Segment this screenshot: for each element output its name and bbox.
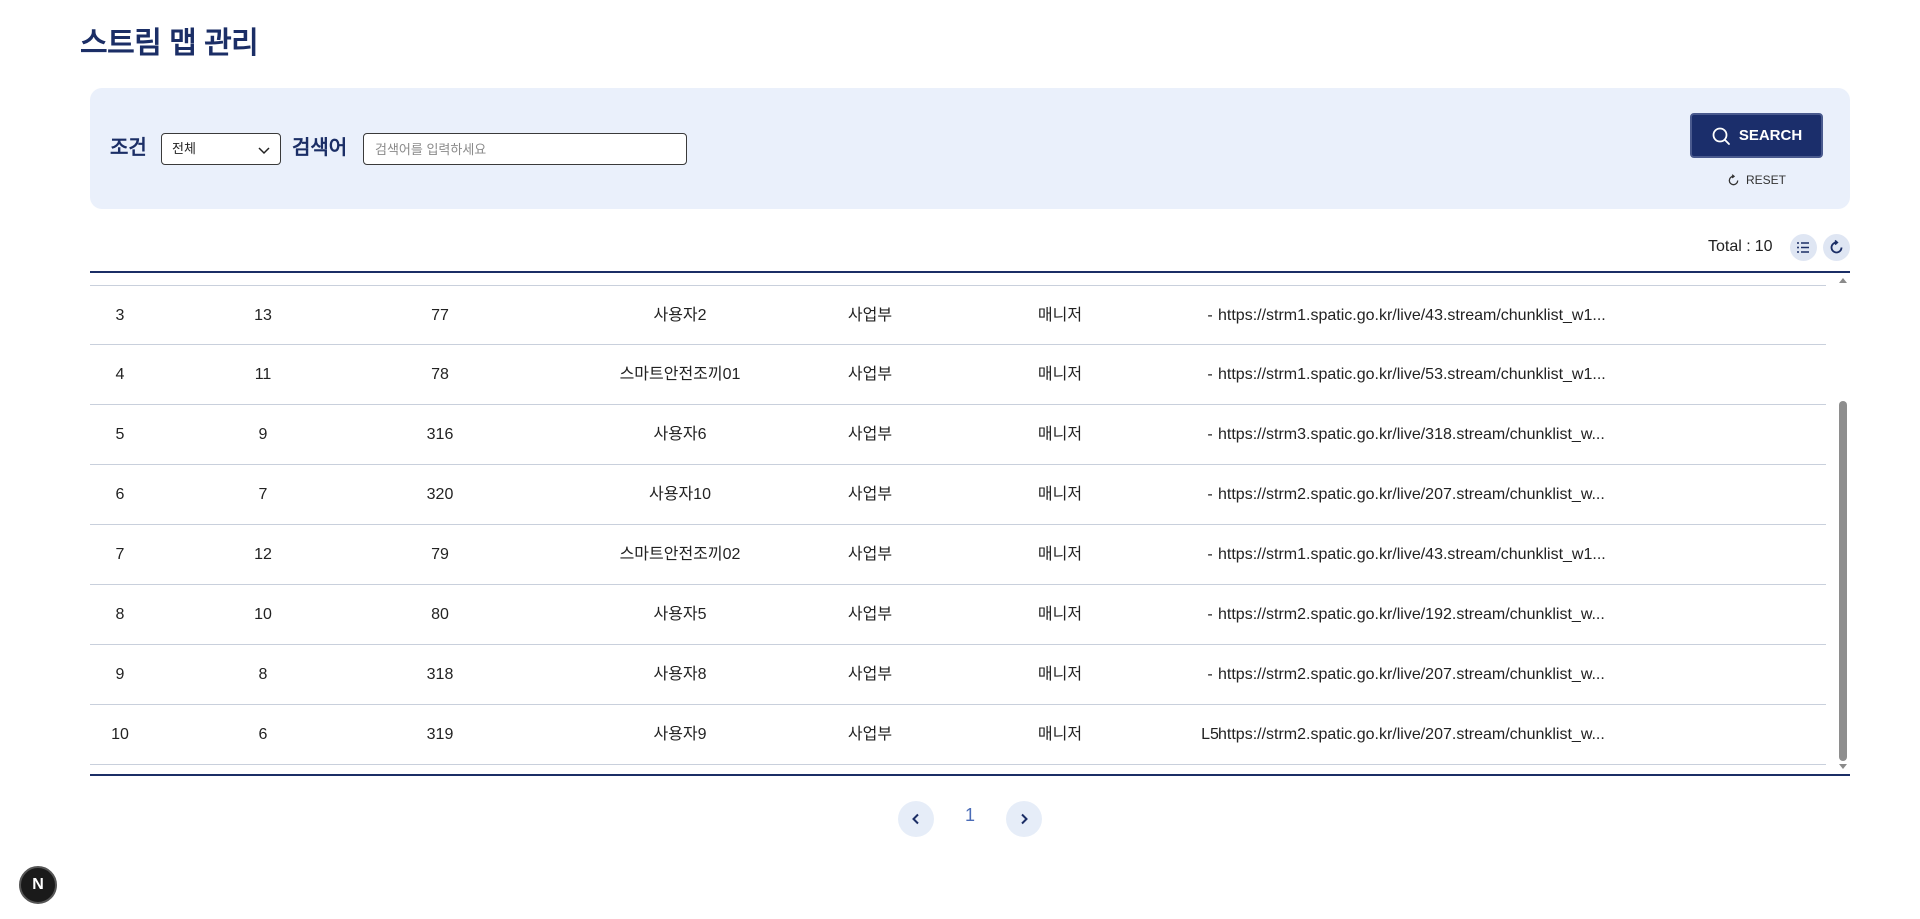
cell-col-b: 78 bbox=[431, 366, 449, 383]
cell-col-b: 318 bbox=[426, 666, 454, 683]
row-number: 10 bbox=[111, 726, 129, 743]
table-row[interactable]: 8 10 80 사용자5 사업부 매니저 - https://strm2.spatic.go.… bbox=[90, 585, 1826, 645]
cell-role: 매니저 bbox=[1037, 546, 1083, 563]
dev-tools-button[interactable]: N bbox=[19, 866, 57, 904]
row-number: 8 bbox=[115, 606, 125, 623]
stream-table: 3 13 77 사용자2 사업부 매니저 - https://strm1.spatic.go.… bbox=[90, 271, 1850, 776]
cell-role: 매니저 bbox=[1037, 666, 1083, 683]
cell-role: 매니저 bbox=[1037, 726, 1083, 743]
stream-map-page: 스트림 맵 관리 조건 전체 검색어 SEARCH RESET Total : … bbox=[0, 0, 1920, 919]
cell-role: 매니저 bbox=[1037, 606, 1083, 623]
row-number: 4 bbox=[115, 366, 125, 383]
cell-col-a: 11 bbox=[254, 366, 272, 383]
cell-col-a: 7 bbox=[258, 486, 268, 503]
search-input[interactable] bbox=[363, 133, 687, 165]
cell-col-a: 12 bbox=[254, 546, 272, 563]
next-page-button[interactable] bbox=[1006, 801, 1042, 837]
cell-user: 사용자10 bbox=[649, 486, 711, 503]
cell-user: 사용자5 bbox=[653, 606, 707, 623]
cell-col-b: 320 bbox=[426, 486, 454, 503]
cell-col-b: 80 bbox=[431, 606, 449, 623]
cell-role: 매니저 bbox=[1037, 366, 1083, 383]
reset-button-label: RESET bbox=[1746, 173, 1787, 187]
cell-stream-url: https://strm2.spatic.go.kr/live/207.stre… bbox=[1218, 486, 1605, 503]
chevron-left-icon bbox=[912, 813, 919, 825]
total-count: Total : 10 bbox=[1708, 238, 1772, 256]
cell-stream-url: https://strm2.spatic.go.kr/live/207.stre… bbox=[1218, 726, 1605, 743]
dev-tools-label: N bbox=[32, 876, 44, 893]
cell-stream-url: https://strm1.spatic.go.kr/live/53.strea… bbox=[1218, 366, 1606, 383]
page-number[interactable]: 1 bbox=[958, 805, 982, 826]
cell-col-b: 79 bbox=[431, 546, 449, 563]
cell-col-a: 6 bbox=[258, 726, 268, 743]
reset-icon bbox=[1728, 173, 1739, 185]
condition-label: 조건 bbox=[110, 137, 147, 159]
table-row[interactable]: 7 12 79 스마트안전조끼02 사업부 매니저 - https://strm1.spati… bbox=[90, 525, 1826, 585]
table-row[interactable]: 3 13 77 사용자2 사업부 매니저 - https://strm1.spatic.go.… bbox=[90, 285, 1826, 345]
cell-role: 매니저 bbox=[1037, 426, 1083, 443]
table-row[interactable]: 9 8 318 사용자8 사업부 매니저 - https://strm2.spatic.go.… bbox=[90, 645, 1826, 705]
row-number: 5 bbox=[115, 426, 125, 443]
cell-department: 사업부 bbox=[847, 307, 893, 324]
cell-stream-url: https://strm1.spatic.go.kr/live/43.strea… bbox=[1218, 546, 1606, 563]
cell-stream-url: https://strm2.spatic.go.kr/live/207.stre… bbox=[1218, 666, 1605, 683]
prev-page-button[interactable] bbox=[898, 801, 934, 837]
page-title: 스트림 맵 관리 bbox=[80, 27, 259, 60]
scroll-up-arrow[interactable] bbox=[1839, 278, 1847, 283]
cell-user: 사용자9 bbox=[653, 726, 707, 743]
total-label: Total : bbox=[1708, 238, 1751, 255]
cell-col-a: 13 bbox=[254, 307, 272, 324]
table-scrollbar[interactable] bbox=[1836, 273, 1850, 774]
cell-department: 사업부 bbox=[847, 666, 893, 683]
cell-department: 사업부 bbox=[847, 486, 893, 503]
cell-col-a: 9 bbox=[258, 426, 268, 443]
cell-department: 사업부 bbox=[847, 726, 893, 743]
row-number: 7 bbox=[115, 546, 125, 563]
cell-col-b: 319 bbox=[426, 726, 454, 743]
table-row[interactable]: 6 7 320 사용자10 사업부 매니저 - https://strm2.spatic.go… bbox=[90, 465, 1826, 525]
cell-stream-url: https://strm1.spatic.go.kr/live/43.strea… bbox=[1218, 307, 1606, 324]
cell-user: 사용자2 bbox=[653, 307, 707, 324]
table-row[interactable]: 4 11 78 스마트안전조끼01 사업부 매니저 - https://strm1.spati… bbox=[90, 345, 1826, 405]
search-icon bbox=[1712, 127, 1730, 145]
table-body: 3 13 77 사용자2 사업부 매니저 - https://strm1.spatic.go.… bbox=[90, 285, 1826, 765]
table-row[interactable]: 10 6 319 사용자9 사업부 매니저 L5 https://strm2.spatic.g… bbox=[90, 705, 1826, 765]
cell-col-a: 8 bbox=[258, 666, 268, 683]
cell-stream-url: https://strm3.spatic.go.kr/live/318.stre… bbox=[1218, 426, 1605, 443]
search-button[interactable]: SEARCH bbox=[1690, 113, 1823, 158]
search-panel bbox=[90, 88, 1850, 209]
chevron-down-icon bbox=[258, 147, 270, 155]
refresh-button[interactable] bbox=[1823, 234, 1850, 261]
row-number: 3 bbox=[115, 307, 125, 324]
cell-user: 스마트안전조끼01 bbox=[619, 366, 741, 383]
total-value: 10 bbox=[1754, 238, 1773, 255]
cell-user: 사용자8 bbox=[653, 666, 707, 683]
scroll-thumb[interactable] bbox=[1839, 401, 1847, 761]
cell-stream-url: https://strm2.spatic.go.kr/live/192.stre… bbox=[1218, 606, 1605, 623]
cell-department: 사업부 bbox=[847, 546, 893, 563]
cell-department: 사업부 bbox=[847, 366, 893, 383]
cell-department: 사업부 bbox=[847, 426, 893, 443]
condition-select-value: 전체 bbox=[172, 141, 196, 156]
cell-role: 매니저 bbox=[1037, 307, 1083, 324]
search-button-label: SEARCH bbox=[1738, 127, 1803, 144]
chevron-right-icon bbox=[1021, 813, 1028, 825]
row-number: 9 bbox=[115, 666, 125, 683]
list-view-button[interactable] bbox=[1790, 234, 1817, 261]
cell-department: 사업부 bbox=[847, 606, 893, 623]
cell-user: 사용자6 bbox=[653, 426, 707, 443]
refresh-icon bbox=[1830, 239, 1843, 254]
table-row[interactable]: 5 9 316 사용자6 사업부 매니저 - https://strm3.spatic.go.… bbox=[90, 405, 1826, 465]
condition-select[interactable]: 전체 bbox=[161, 133, 281, 165]
reset-button[interactable]: RESET bbox=[1727, 171, 1786, 189]
cell-col-a: 10 bbox=[254, 606, 272, 623]
cell-role: 매니저 bbox=[1037, 486, 1083, 503]
cell-col-b: 316 bbox=[426, 426, 454, 443]
scroll-down-arrow[interactable] bbox=[1839, 764, 1847, 769]
list-icon bbox=[1797, 242, 1809, 253]
cell-col-b: 77 bbox=[431, 307, 449, 324]
cell-user: 스마트안전조끼02 bbox=[619, 546, 741, 563]
row-number: 6 bbox=[115, 486, 125, 503]
keyword-label: 검색어 bbox=[292, 137, 348, 159]
